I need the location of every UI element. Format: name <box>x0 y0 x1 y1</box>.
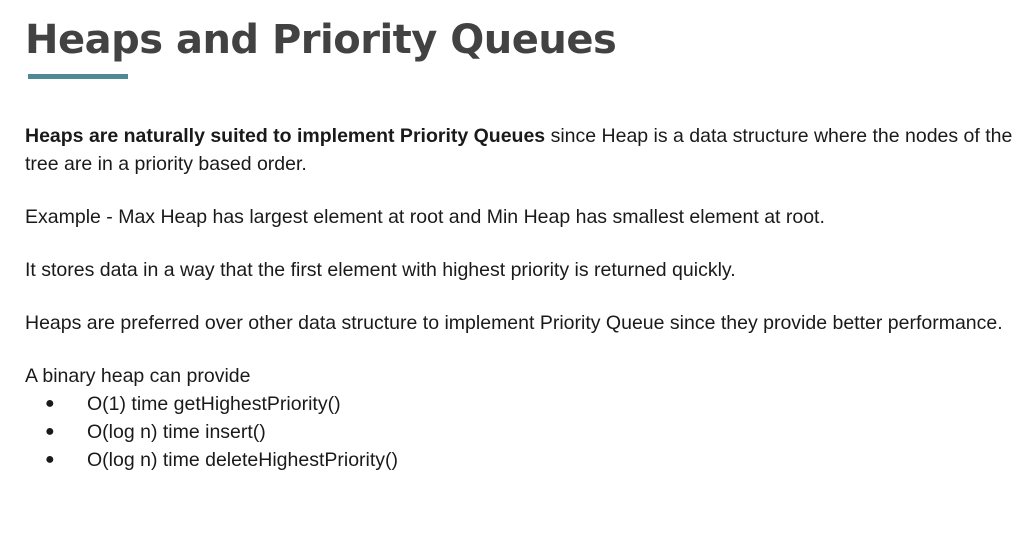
paragraph-preferred: Heaps are preferred over other data stru… <box>25 312 1003 334</box>
list-intro: A binary heap can provide <box>25 365 251 387</box>
slide: Heaps and Priority Queues Heaps are natu… <box>0 0 1036 544</box>
paragraph-stores-data: It stores data in a way that the first e… <box>25 259 736 281</box>
list-item-text: O(log n) time deleteHighestPriority() <box>87 449 399 471</box>
bullet-list: ● O(1) time getHighestPriority() ● O(log… <box>25 390 1015 474</box>
list-item: ● O(log n) time deleteHighestPriority() <box>25 446 1015 474</box>
list-item: ● O(log n) time insert() <box>25 418 1015 446</box>
list-item-text: O(1) time getHighestPriority() <box>87 393 341 415</box>
list-item-text: O(log n) time insert() <box>87 421 266 443</box>
paragraph-heaps-suited: Heaps are naturally suited to implement … <box>25 122 1015 178</box>
slide-body: Heaps are naturally suited to implement … <box>25 122 1015 474</box>
title-underline <box>28 74 128 79</box>
bullet-icon: ● <box>45 423 55 440</box>
bullet-icon: ● <box>45 451 55 468</box>
slide-title: Heaps and Priority Queues <box>25 17 617 63</box>
list-item: ● O(1) time getHighestPriority() <box>25 390 1015 418</box>
paragraph-bold-lead: Heaps are naturally suited to implement … <box>25 125 546 147</box>
bullet-icon: ● <box>45 395 55 412</box>
paragraph-example: Example - Max Heap has largest element a… <box>25 206 825 228</box>
